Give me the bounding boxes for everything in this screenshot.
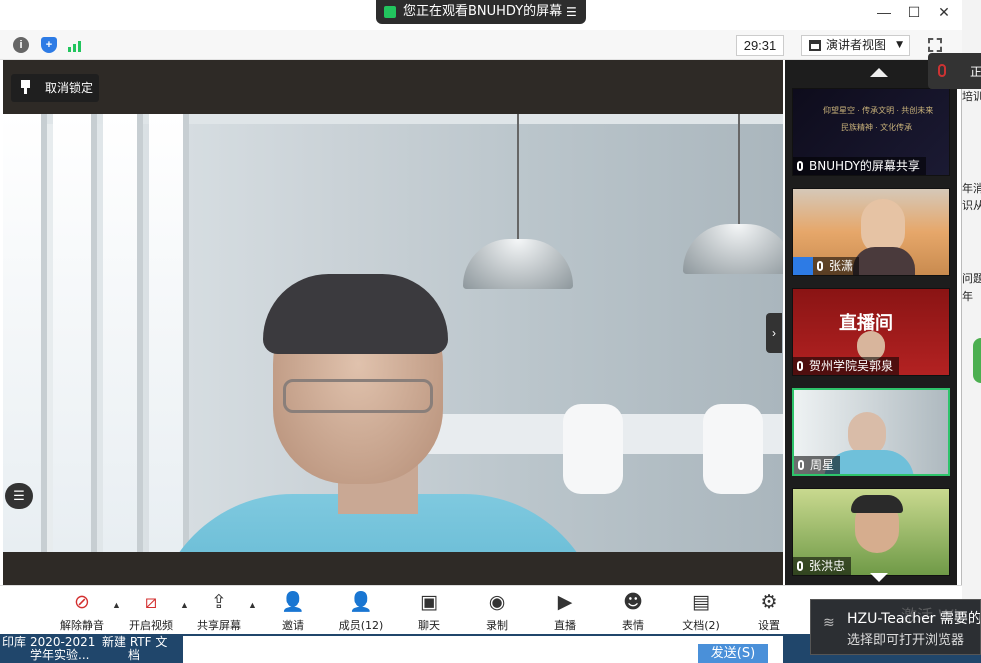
pin-icon [21,80,32,94]
mic-icon [817,261,823,271]
info-icon[interactable]: i [13,37,29,53]
share-screen-button[interactable]: ⇪ 共享屏幕 [187,590,251,633]
live-icon: ▶ [557,591,573,613]
desktop-text: 年消 [962,182,981,195]
taskbar-item[interactable]: 新建 RTF 文 档 [102,636,167,662]
participant-name: 周星 [794,456,841,474]
settings-button[interactable]: ⚙ 设置 [737,590,801,633]
share-screen-icon: ⇪ [211,591,227,613]
desktop-text: 年 [962,290,973,303]
shield-icon[interactable]: + [41,37,57,53]
settings-icon: ⚙ [760,591,778,613]
mic-icon [798,460,804,470]
fullscreen-icon[interactable] [928,38,942,52]
unmute-button[interactable]: ⊘ 解除静音 [50,590,114,633]
live-button[interactable]: ▶ 直播 [533,590,597,633]
menu-icon[interactable]: ☰ [566,0,577,24]
collapse-sidebar-button[interactable]: › [766,313,782,353]
documents-button[interactable]: ▤ 文档(2) [669,590,733,633]
main-video[interactable]: 取消锁定 ☰ › [3,60,783,585]
close-button[interactable]: ✕ [934,4,954,21]
slide-text: 民族精神 · 文化传承 [841,123,913,132]
invite-button[interactable]: 👤 邀请 [261,590,325,633]
title-bar: 您正在观看BNUHDY的屏幕 ☰ — ☐ ✕ [0,0,962,30]
start-video-button[interactable]: ⧄ 开启视频 [119,590,183,633]
chat-button[interactable]: ▣ 聊天 [397,590,461,633]
chevron-up-icon[interactable]: ▲ [248,600,257,610]
participant-tile[interactable]: 张潇 [792,188,950,276]
chat-icon: ▣ [420,591,438,613]
participant-tile[interactable]: 仰望星空 · 传承文明 · 共创未来 民族精神 · 文化传承 BNUHDY的屏幕… [792,88,950,176]
meeting-window: 您正在观看BNUHDY的屏幕 ☰ — ☐ ✕ i + 29:31 演讲者视图 ▼ [0,0,962,634]
chevron-down-icon: ▼ [896,40,903,50]
participant-tile[interactable]: 张洪忠 [792,488,950,576]
signal-icon[interactable] [68,38,84,52]
mic-icon [797,361,803,371]
chat-list-icon[interactable]: ☰ [5,483,33,509]
mic-muted-icon [938,64,946,77]
speaker-person [153,274,603,552]
desktop-text: 问题 [962,272,981,285]
desktop-text: 识从 [962,199,981,212]
participant-name: 张潇 [813,257,860,275]
wifi-icon: ≋ [823,614,835,630]
avatar-icon [793,257,813,275]
taskbar-item-line: 2020-2021 [30,635,96,649]
screen-share-icon [384,6,396,18]
speaker-video-frame [3,114,783,552]
floating-mute-indicator[interactable]: 正 [928,53,981,89]
share-banner-text: 您正在观看BNUHDY的屏幕 [403,4,563,19]
participant-name: BNUHDY的屏幕共享 [793,157,926,175]
toast-title: HZU-Teacher 需要的 [847,611,981,627]
document-icon: ▤ [692,591,710,613]
emoji-icon: ☻ [623,591,643,613]
speaker-view-icon [809,40,821,51]
notification-toast[interactable]: 激活 Win ≋ HZU-Teacher 需要的 选择即可打开浏览器 [810,599,981,655]
toast-message: 选择即可打开浏览器 [847,633,965,648]
mic-icon [797,161,803,171]
meeting-timer: 29:31 [736,35,784,56]
floating-mute-text: 正 [970,65,981,79]
taskbar-item[interactable]: 印库 [2,636,26,649]
send-button[interactable]: 发送(S) [698,644,768,663]
video-off-icon: ⧄ [144,591,158,613]
desktop-text: 培训 [962,90,981,103]
unpin-label: 取消锁定 [45,81,94,95]
taskbar-item-line: 档 [128,648,141,662]
participant-tile[interactable]: 直播间 贺州学院吴郭泉 [792,288,950,376]
invite-icon: 👤 [281,591,305,613]
participant-name: 贺州学院吴郭泉 [793,357,900,375]
mic-icon [797,561,803,571]
members-icon: 👤 [349,591,373,613]
members-button[interactable]: 👤 成员(12) [329,590,393,633]
desktop-green-widget[interactable] [973,338,981,383]
desktop-right-strip: 培训 年消 识从 问题 年 [960,0,981,663]
scroll-up-icon[interactable] [870,68,888,77]
participant-name: 张洪忠 [793,557,852,575]
scroll-down-icon[interactable] [870,573,888,582]
minimize-button[interactable]: — [874,4,894,20]
taskbar-item-line: 学年实验... [30,648,90,662]
meeting-toolbar: i + 29:31 演讲者视图 ▼ [0,30,962,60]
maximize-button[interactable]: ☐ [904,4,924,21]
record-button[interactable]: ◉ 录制 [465,590,529,633]
emoji-button[interactable]: ☻ 表情 [601,590,665,633]
record-icon: ◉ [488,591,506,613]
share-banner[interactable]: 您正在观看BNUHDY的屏幕 ☰ [376,0,586,24]
unpin-button[interactable]: 取消锁定 [11,74,99,102]
chat-input-bar[interactable] [183,636,783,663]
participant-tile-active[interactable]: 周星 [792,388,950,476]
mic-muted-icon: ⊘ [74,591,90,613]
taskbar-item[interactable]: 2020-2021 学年实验... [30,636,95,662]
taskbar-item-line: 新建 RTF 文 [102,635,168,649]
participant-sidebar: 仰望星空 · 传承文明 · 共创未来 民族精神 · 文化传承 BNUHDY的屏幕… [785,60,957,585]
slide-text: 仰望星空 · 传承文明 · 共创未来 [823,106,934,115]
view-mode-label: 演讲者视图 [826,38,887,52]
view-mode-dropdown[interactable]: 演讲者视图 ▼ [801,35,910,56]
